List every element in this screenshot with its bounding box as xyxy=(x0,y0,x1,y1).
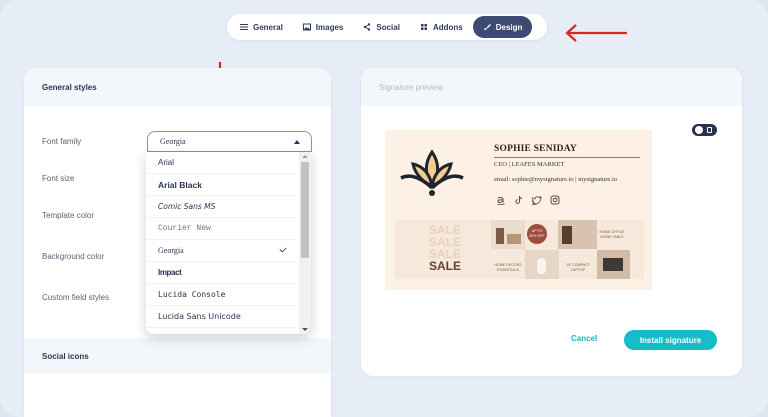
tab-addons[interactable]: Addons xyxy=(410,16,473,38)
sale-word: SALE xyxy=(429,259,462,273)
tab-images[interactable]: Images xyxy=(293,16,354,38)
signature-card: SOPHIE SENIDAY CEO | LEAFES MARKET email… xyxy=(385,130,652,290)
share-icon xyxy=(364,23,371,31)
menu-icon xyxy=(240,24,248,30)
sale-text-block: SALE SALE SALE SALE xyxy=(395,220,491,279)
preview-device-toggle[interactable] xyxy=(692,124,717,136)
install-signature-button[interactable]: Install signature xyxy=(624,330,717,350)
mobile-icon xyxy=(707,127,712,133)
tile-caption-decor: HOME DECORS ESSENTIALS xyxy=(494,263,522,272)
font-option-label: Comic Sans MS xyxy=(158,202,216,211)
signature-role: CEO | LEAFES MARKET xyxy=(494,161,565,168)
font-option-label: Arial xyxy=(158,158,175,167)
signature-divider xyxy=(494,157,640,158)
social-icons-title: Social icons xyxy=(24,338,331,374)
discount-badge-text: UP TO 30% OFF xyxy=(529,229,545,238)
template-color-label: Template color xyxy=(42,211,95,220)
signature-name: SOPHIE SENIDAY xyxy=(494,144,577,154)
instagram-icon[interactable] xyxy=(550,192,560,205)
tab-addons-label: Addons xyxy=(432,22,463,32)
general-styles-panel: General styles Font family Font size Tem… xyxy=(24,68,331,417)
top-tabs: General Images Social Addons Design xyxy=(227,14,547,40)
font-option-label: Georgia xyxy=(158,246,184,255)
product-photo-desk xyxy=(558,220,597,249)
dropdown-scrollbar[interactable] xyxy=(299,152,311,334)
font-option-arial-black[interactable]: Arial Black xyxy=(146,174,296,196)
tile-caption-laptop: 15" COMPACT LAPTOP xyxy=(566,263,590,272)
background-color-label: Background color xyxy=(42,252,105,261)
font-option-courier-new[interactable]: Courier New xyxy=(146,218,296,240)
font-family-dropdown: Arial Arial Black Comic Sans MS Courier … xyxy=(146,152,311,334)
grid-icon xyxy=(420,24,427,30)
tab-general[interactable]: General xyxy=(230,16,293,38)
font-option-label: Arial Black xyxy=(158,179,202,190)
tab-social-label: Social xyxy=(376,22,400,32)
tab-design[interactable]: Design xyxy=(472,16,533,38)
image-icon xyxy=(302,23,311,31)
twitter-icon[interactable] xyxy=(531,192,542,205)
scroll-down-icon[interactable] xyxy=(302,328,308,331)
tab-social[interactable]: Social xyxy=(353,16,410,38)
lotus-logo-icon xyxy=(400,149,464,196)
font-option-label: Courier New xyxy=(158,224,211,233)
product-photo-laptop xyxy=(597,250,630,279)
font-option-impact[interactable]: Impact xyxy=(146,262,296,284)
product-photo-chair xyxy=(491,220,525,249)
font-family-select[interactable]: Georgia xyxy=(147,131,312,152)
product-photo-vase xyxy=(525,250,559,279)
custom-field-styles-label: Custom field styles xyxy=(42,293,110,302)
tab-design-label: Design xyxy=(495,22,523,32)
font-option-label: Lucida Sans Unicode xyxy=(158,312,241,321)
chevron-up-icon xyxy=(294,140,300,144)
font-option-lucida-console[interactable]: Lucida Console xyxy=(146,284,296,306)
signature-social-icons xyxy=(496,192,560,206)
promo-banner[interactable]: SALE SALE SALE SALE UP TO 30% OFF HOME O… xyxy=(395,220,644,279)
font-option-lucida-sans-unicode[interactable]: Lucida Sans Unicode xyxy=(146,306,296,328)
amazon-icon[interactable] xyxy=(496,192,506,206)
font-option-label: Impact xyxy=(158,268,182,277)
font-size-label: Font size xyxy=(42,174,75,183)
product-tiles: UP TO 30% OFF HOME OFFICE WORK TABLE HOM… xyxy=(491,220,644,279)
tiktok-icon[interactable] xyxy=(514,192,524,204)
tab-images-label: Images xyxy=(315,22,344,32)
toggle-knob xyxy=(695,126,703,134)
font-option-label: Lucida Console xyxy=(158,290,226,299)
tab-general-label: General xyxy=(253,22,283,32)
signature-preview-panel: Signature preview SOPHIE SENIDAY CEO | L… xyxy=(361,68,742,376)
scrollbar-thumb[interactable] xyxy=(301,162,309,258)
general-styles-title: General styles xyxy=(24,68,331,106)
font-family-label: Font family xyxy=(42,137,82,146)
scroll-up-icon[interactable] xyxy=(302,155,308,158)
brush-icon xyxy=(483,24,491,30)
font-option-georgia[interactable]: Georgia xyxy=(146,240,296,262)
product-badge: UP TO 30% OFF xyxy=(527,224,547,244)
font-option-comic-sans[interactable]: Comic Sans MS xyxy=(146,196,296,218)
tile-caption-office: HOME OFFICE WORK TABLE xyxy=(599,230,625,239)
checkmark-icon xyxy=(279,245,287,253)
font-family-value: Georgia xyxy=(160,137,186,146)
signature-preview-title: Signature preview xyxy=(361,68,742,106)
font-option-arial[interactable]: Arial xyxy=(146,152,296,174)
annotation-arrow-left-icon xyxy=(565,24,627,42)
cancel-button[interactable]: Cancel xyxy=(571,334,597,343)
signature-contact: email: sophie@mysignature.io | mysignatu… xyxy=(494,176,618,183)
